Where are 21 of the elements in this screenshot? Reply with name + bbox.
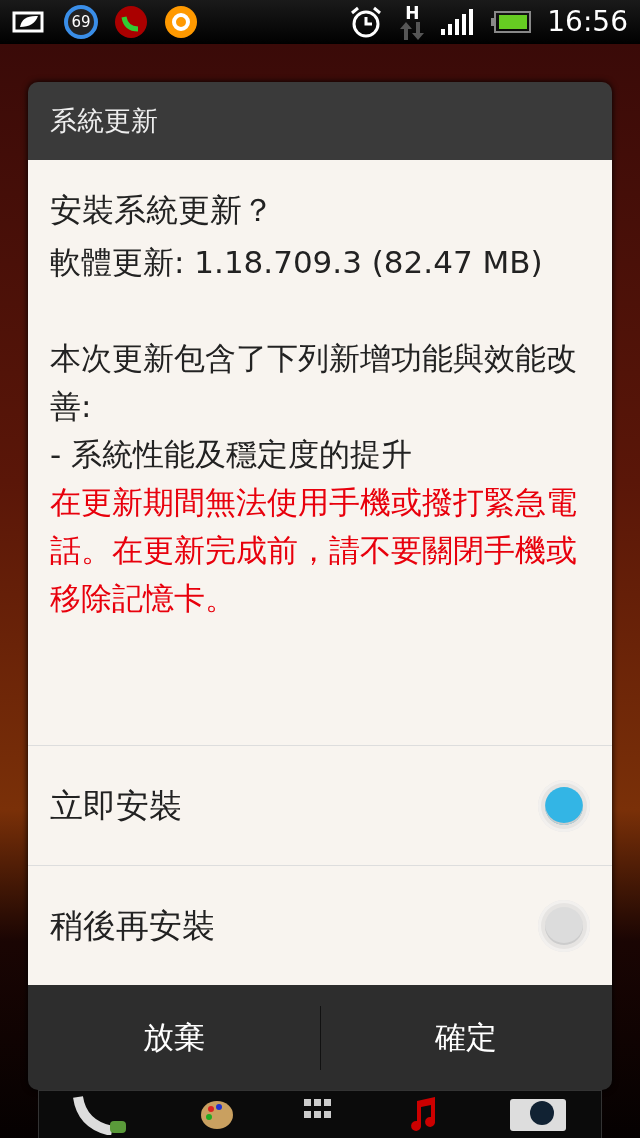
- data-arrows-icon: [399, 21, 426, 40]
- version-text: 軟體更新: 1.18.709.3 (82.47 MB): [50, 243, 544, 282]
- app-circle-icon: [164, 5, 198, 39]
- signal-icon: [441, 9, 476, 35]
- radio-button[interactable]: [538, 899, 590, 952]
- description-text: 本次更新包含了下列新增功能與效能改善:: [50, 339, 578, 426]
- dialog-title: 系統更新: [28, 82, 612, 160]
- badge-count: 69: [71, 13, 91, 31]
- clock-time: 16:56: [547, 4, 628, 40]
- warning-text: 在更新期間無法使用手機或撥打緊急電話。在更新完成前，請不要關閉手機或移除記憶卡。: [50, 483, 578, 618]
- phone-call-icon: [114, 5, 148, 39]
- description-text: - 系統性能及穩定度的提升: [50, 435, 414, 474]
- ok-button[interactable]: 確定: [320, 985, 612, 1090]
- radio-button[interactable]: [538, 779, 590, 832]
- dialog-heading: 安裝系統更新？: [50, 190, 275, 231]
- camera-icon[interactable]: [507, 1096, 568, 1133]
- network-type: H: [405, 4, 420, 22]
- battery-icon: [491, 11, 532, 33]
- install-option[interactable]: 立即安裝: [28, 745, 612, 865]
- cancel-button[interactable]: 放棄: [28, 985, 320, 1090]
- alarm-clock-icon: [349, 5, 384, 39]
